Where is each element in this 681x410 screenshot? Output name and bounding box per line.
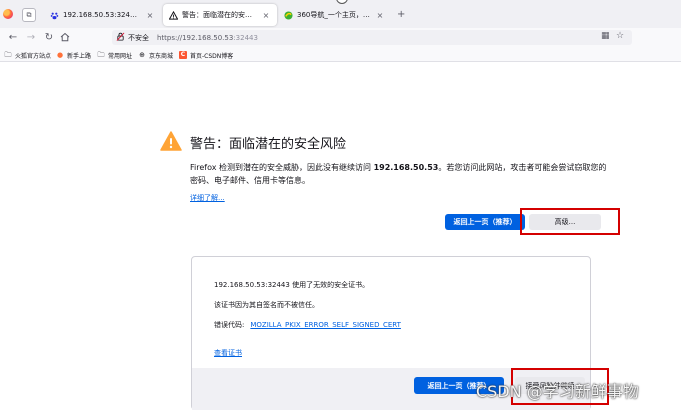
reload-icon[interactable]: ↻	[42, 30, 56, 44]
tab-close-icon[interactable]: ×	[375, 11, 385, 20]
bookmark-label: 新手上路	[67, 52, 92, 60]
error-code-line: 错误代码: MOZILLA_PKIX_ERROR_SELF_SIGNED_CERT	[214, 320, 401, 330]
tab-close-icon[interactable]: ×	[145, 11, 155, 20]
baidu-paw-icon	[50, 11, 59, 20]
not-secure-label: 不安全	[128, 33, 149, 42]
bookmark-label: 首页-CSDN博客	[190, 52, 234, 60]
folder-icon: 🗀	[97, 51, 105, 59]
navigation-bar: ← → ↻ 不安全 https://192.168.50.53 :32443 ▦…	[0, 28, 681, 48]
bookmark-star-icon[interactable]: ☆	[616, 31, 624, 41]
home-icon[interactable]	[58, 30, 72, 44]
url-port: :32443	[233, 33, 258, 42]
insecure-lock-icon[interactable]	[116, 32, 125, 43]
back-arrow-icon[interactable]: ←	[6, 30, 20, 44]
warning-icon	[169, 10, 178, 20]
highlight-box	[520, 208, 620, 235]
new-tab-button[interactable]: +	[397, 9, 405, 20]
self-signed-text: 该证书因为其自签名而不被信任。	[214, 301, 319, 309]
tab-title: 192.168.50.53:32443_百度搜索	[63, 11, 141, 19]
warning-description: Firefox 检测到潜在的安全威胁，因此没有继续访问 192.168.50.5…	[190, 161, 610, 187]
watermark: CSDN @学习新鲜事物	[476, 382, 639, 401]
tab-baidu[interactable]: 192.168.50.53:32443_百度搜索 ×	[44, 4, 161, 26]
bookmark-label: 京东商城	[149, 52, 174, 60]
tab-strip: ⧉ 192.168.50.53:32443_百度搜索 × 警告：面临潜在的安全风…	[0, 0, 681, 28]
forward-arrow-icon[interactable]: →	[24, 30, 38, 44]
tab-title: 警告：面临潜在的安全风险	[182, 11, 257, 19]
learn-more-link[interactable]: 详细了解...	[190, 193, 225, 203]
error-code-link[interactable]: MOZILLA_PKIX_ERROR_SELF_SIGNED_CERT	[250, 321, 401, 329]
address-bar[interactable]: 不安全 https://192.168.50.53 :32443	[112, 30, 632, 45]
globe-icon: ⊕	[139, 51, 145, 59]
csdn-icon: C	[179, 51, 187, 59]
bookmark-common-sites[interactable]: 🗀 常用网址	[97, 49, 133, 61]
folder-icon: 🗀	[4, 51, 12, 59]
bookmark-getting-started[interactable]: ● 新手上路	[56, 49, 91, 61]
tab-360-nav[interactable]: 360导航_一个主页，整个世界 ×	[278, 4, 391, 26]
bookmarks-toolbar: 🗀 火狐官方站点 ● 新手上路 🗀 常用网址 ⊕ 京东商城 C 首页-CSDN博…	[0, 48, 681, 62]
tab-list-button[interactable]: ⧉	[22, 8, 36, 22]
360-icon	[284, 10, 293, 20]
tab-security-warning[interactable]: 警告：面临潜在的安全风险 ×	[163, 4, 277, 26]
page-title: 警告：面临潜在的安全风险	[190, 137, 347, 152]
firefox-icon: ●	[56, 51, 64, 59]
invalid-cert-text: 192.168.50.53:32443 使用了无效的安全证书。	[214, 281, 370, 289]
bookmark-label: 火狐官方站点	[15, 52, 52, 60]
firefox-logo-icon	[3, 9, 13, 19]
tab-title: 360导航_一个主页，整个世界	[297, 11, 371, 19]
tab-close-icon[interactable]: ×	[261, 11, 271, 20]
bookmark-label: 常用网址	[108, 52, 133, 60]
view-certificate-link[interactable]: 查看证书	[214, 348, 242, 358]
url-host: https://192.168.50.53	[157, 33, 234, 42]
bookmark-csdn[interactable]: C 首页-CSDN博客	[179, 49, 233, 61]
qr-code-icon[interactable]: ▦	[601, 31, 610, 41]
description-text: Firefox 检测到潜在的安全威胁，因此没有继续访问	[190, 163, 374, 172]
description-host: 192.168.50.53	[373, 163, 439, 172]
bookmark-jd[interactable]: ⊕ 京东商城	[138, 49, 173, 61]
error-code-label: 错误代码:	[214, 321, 245, 329]
warning-triangle-icon	[160, 131, 182, 153]
go-back-button[interactable]: 返回上一页（推荐）	[445, 214, 525, 230]
bookmark-firefox-official[interactable]: 🗀 火狐官方站点	[4, 49, 52, 61]
